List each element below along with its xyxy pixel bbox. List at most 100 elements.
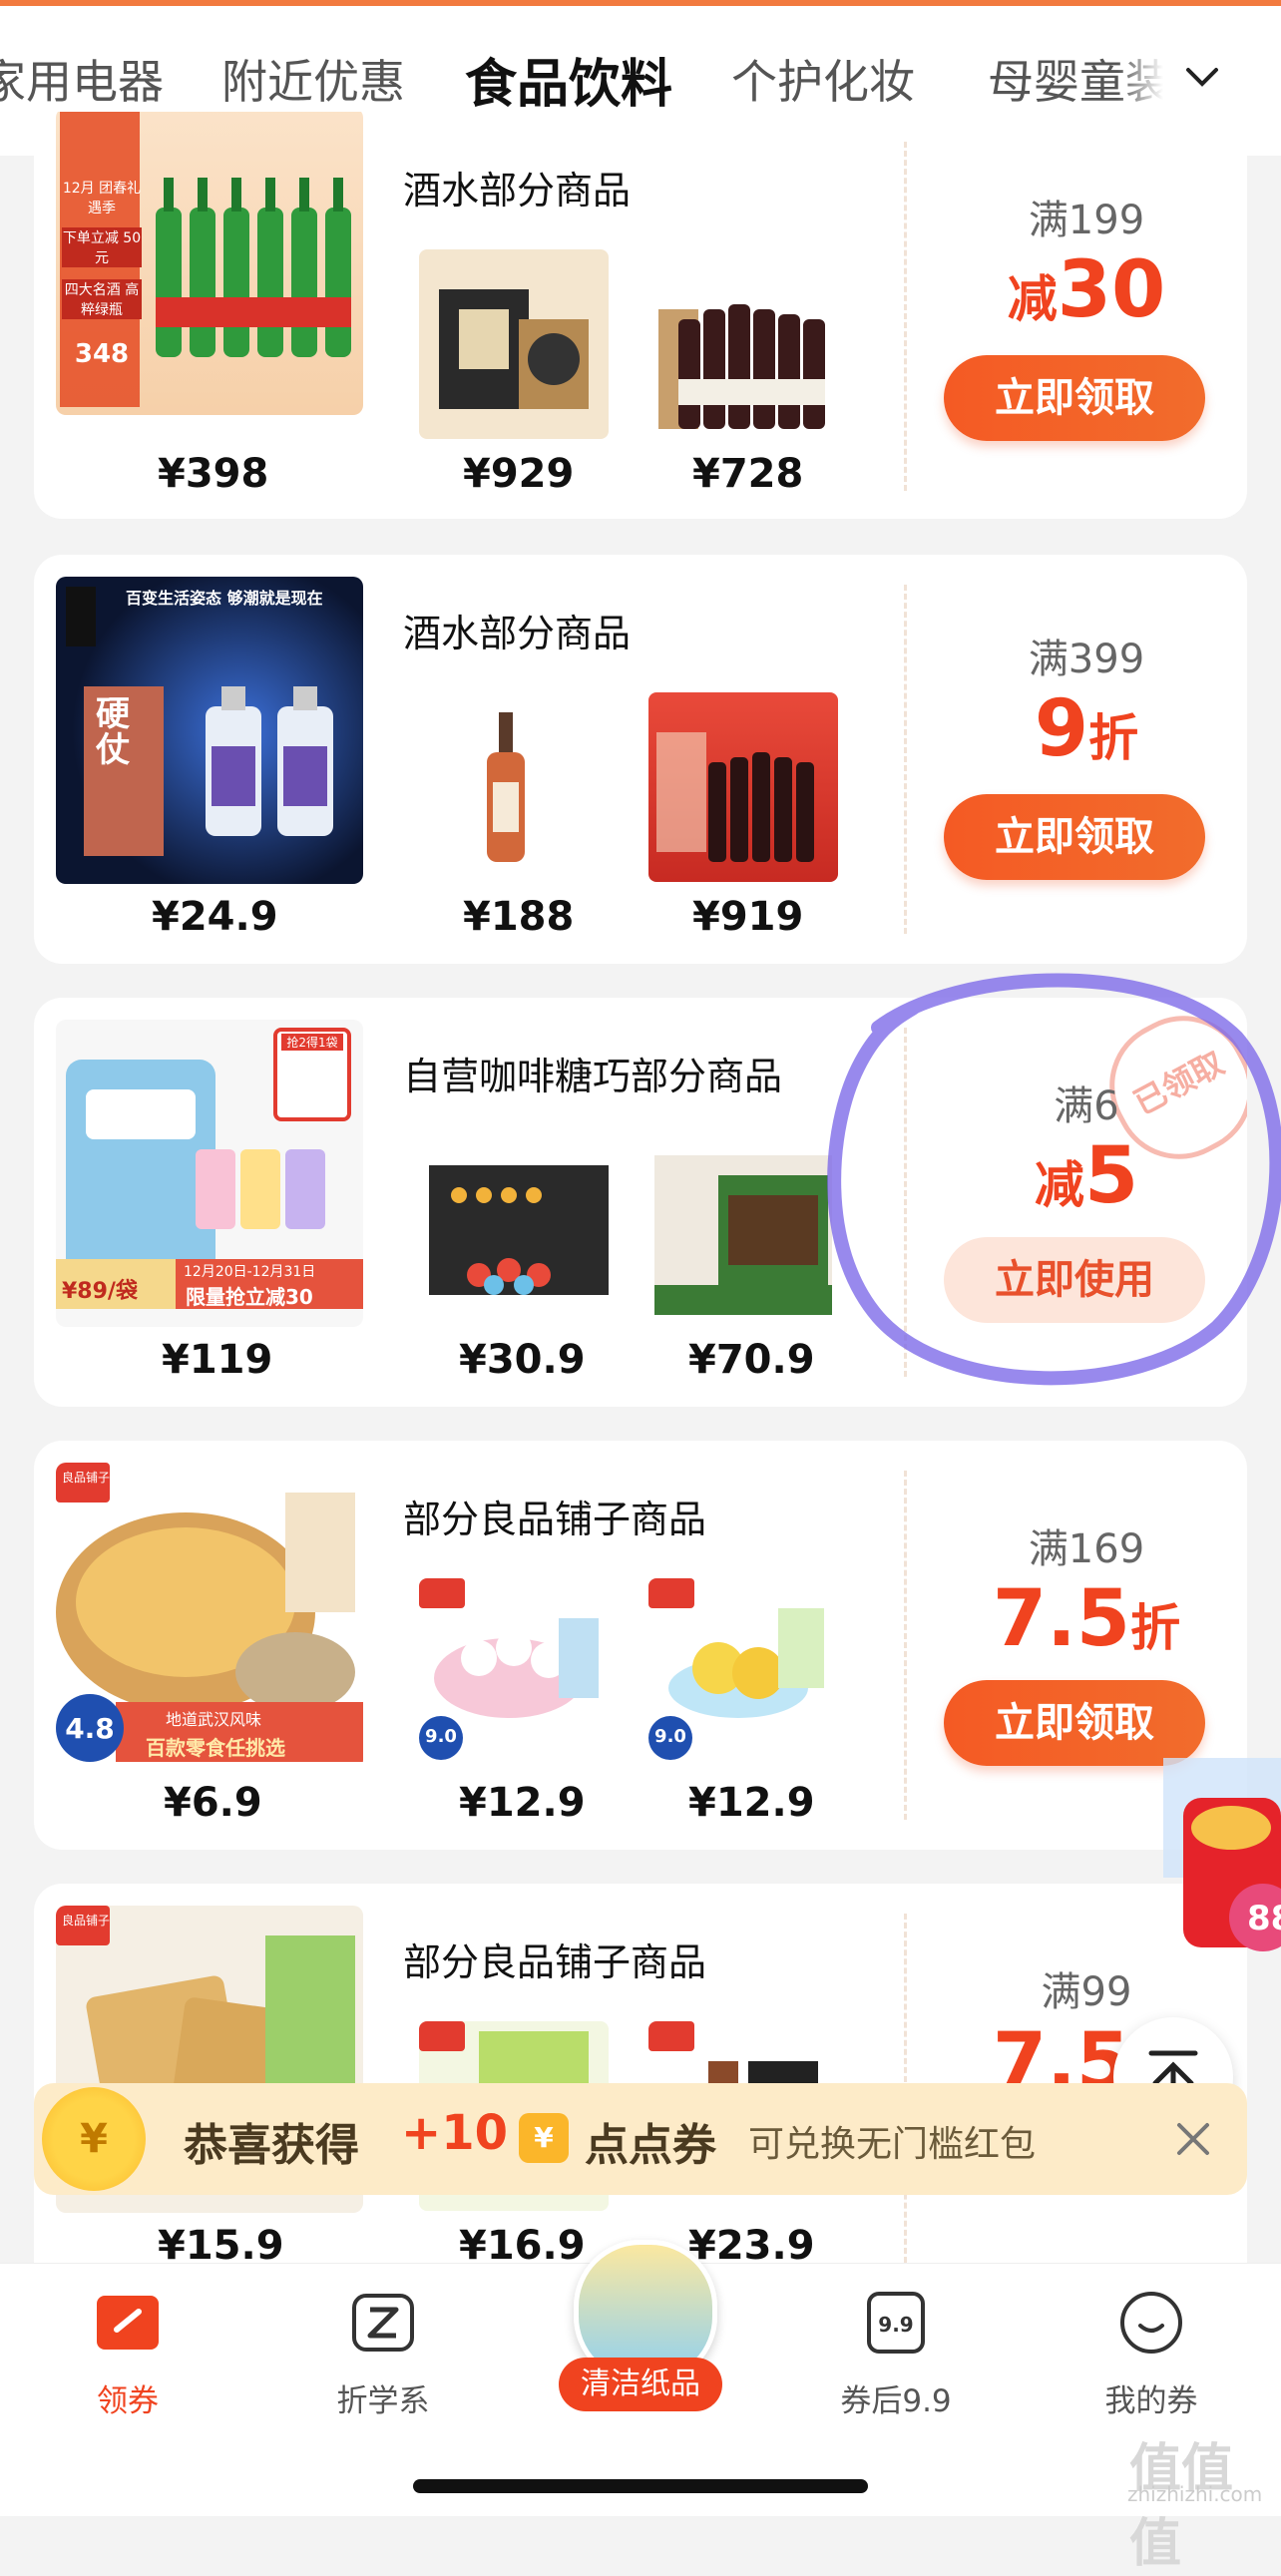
product-image[interactable]	[419, 249, 609, 439]
coupon-icon	[97, 2296, 159, 2350]
float-badge-text: 88	[1247, 1899, 1281, 1938]
product-image[interactable]: 良品铺子 4.8 地道武汉风味 百款零食任挑选	[56, 1463, 363, 1770]
claim-coupon-button[interactable]: 立即领取	[944, 1680, 1205, 1766]
tab-personal-care[interactable]: 个护化妆	[731, 46, 915, 112]
product-price: ¥30.9	[459, 1337, 586, 1383]
toast-coupon-name: 点点券	[585, 2120, 716, 2171]
toast-description: 可兑换无门槛红包	[748, 2124, 1037, 2165]
product-price: ¥24.9	[152, 894, 278, 940]
reward-toast[interactable]: ¥ 恭喜获得 +10 ¥ 点点券 可兑换无门槛红包	[34, 2083, 1247, 2195]
nav-item-my-coupons[interactable]: 我的券	[1071, 2288, 1231, 2420]
product-price: ¥6.9	[164, 1780, 262, 1826]
product-price: ¥919	[692, 894, 804, 940]
product-price: ¥398	[158, 451, 269, 497]
claim-coupon-button[interactable]: 立即领取	[944, 355, 1205, 441]
dashed-divider	[904, 142, 907, 491]
discount-value: 30	[1057, 245, 1166, 335]
image-price: 348	[74, 339, 130, 369]
card-title: 部分良品铺子商品	[403, 1940, 707, 1984]
bottom-nav: 领券 折学系 清洁纸品 9.9 券后9.9 我的券	[0, 2240, 1281, 2516]
wine-bottles-image	[658, 304, 825, 429]
nine-nine-icon-text: 9.9	[878, 2313, 913, 2337]
brand-logo: 良品铺子	[61, 1914, 110, 1928]
image-slogan: 地道武汉风味	[166, 1710, 262, 1729]
coupon-card[interactable]: 12月 团春礼遇季 下单立减 50元 四大名酒 高粹绿瓶 348 酒水部分商品 …	[34, 112, 1247, 519]
discount-value: 9	[1034, 684, 1089, 774]
coupon-threshold: 满169	[1028, 1526, 1145, 1572]
product-price: ¥12.9	[688, 1780, 815, 1826]
coupon-coin-icon: ¥	[519, 2113, 569, 2163]
red-envelope-float-icon[interactable]: 88	[1163, 1758, 1281, 1987]
liquor-gift-box-image	[439, 289, 589, 409]
card-title: 酒水部分商品	[403, 169, 632, 213]
nav-label: 清洁纸品	[559, 2358, 722, 2411]
home-indicator	[413, 2479, 868, 2493]
chevron-down-icon[interactable]	[1182, 58, 1222, 98]
image-tag: 下单立减 50元	[62, 227, 142, 267]
lollipop-box-image	[429, 1165, 609, 1295]
image-tag: 四大名酒 高粹绿瓶	[62, 279, 142, 319]
smile-icon	[1120, 2292, 1182, 2354]
nine-nine-icon: 9.9	[867, 2292, 925, 2354]
product-image[interactable]	[648, 692, 838, 882]
image-date: 12月20日-12月31日	[184, 1264, 316, 1280]
product-price: ¥728	[692, 451, 804, 497]
claim-coupon-button[interactable]: 立即领取	[944, 794, 1205, 880]
tab-food-drink[interactable]: 食品饮料	[465, 42, 672, 117]
discount-prefix: 减	[1007, 270, 1058, 328]
product-image[interactable]: 12月 团春礼遇季 下单立减 50元 四大名酒 高粹绿瓶 348	[56, 112, 363, 415]
product-image[interactable]: 9.0	[419, 1578, 609, 1768]
product-price: ¥119	[162, 1337, 273, 1383]
close-icon[interactable]	[1167, 2113, 1219, 2165]
image-headline: 百变生活姿态 够潮就是现在	[126, 589, 323, 608]
product-image[interactable]	[648, 1135, 838, 1325]
brand-logo: 良品铺子	[61, 1471, 110, 1485]
coupon-threshold: 满199	[1028, 198, 1145, 243]
nav-item-zhexuexi[interactable]: 折学系	[303, 2288, 463, 2420]
coupon-card[interactable]: 百变生活姿态 够潮就是现在 硬仗 酒水部分商品 ¥24.9 ¥188 ¥919 …	[34, 555, 1247, 964]
product-image[interactable]: 百变生活姿态 够潮就是现在 硬仗	[56, 577, 363, 884]
product-image[interactable]: 9.0	[648, 1578, 838, 1768]
nav-label: 我的券	[1104, 2383, 1198, 2419]
coupon-discount: 减30	[942, 245, 1231, 335]
tab-nearby[interactable]: 附近优惠	[221, 46, 405, 112]
product-image[interactable]	[648, 249, 838, 439]
image-promo: 百款零食任挑选	[146, 1736, 285, 1760]
highlight-annotation	[827, 973, 1281, 1386]
nav-label: 领券	[97, 2383, 159, 2419]
z-icon	[352, 2294, 414, 2352]
dashed-divider	[904, 585, 907, 934]
product-price: ¥929	[463, 451, 575, 497]
product-price: ¥188	[463, 894, 575, 940]
card-title: 部分良品铺子商品	[403, 1498, 707, 1541]
product-image[interactable]: 抢2得1袋 12月20日-12月31日 限量抢立减30 ¥89/袋	[56, 1020, 363, 1327]
product-image[interactable]	[419, 692, 609, 882]
nav-item-coupons[interactable]: 领券	[48, 2288, 208, 2420]
discount-suffix: 折	[1088, 709, 1139, 767]
coupon-threshold: 满399	[1028, 637, 1145, 682]
product-price: ¥70.9	[688, 1337, 815, 1383]
image-price: ¥89/袋	[62, 1279, 138, 1304]
toast-congrats: 恭喜获得	[184, 2120, 359, 2171]
image-price: 4.8	[65, 1712, 115, 1745]
discount-value: 7.5	[992, 1574, 1131, 1664]
image-price: 9.0	[654, 1726, 686, 1747]
liquor-bottle-image	[487, 712, 525, 862]
toast-amount: +10	[401, 2105, 509, 2161]
image-tag: 抢2得1袋	[281, 1034, 343, 1051]
card-title: 酒水部分商品	[403, 612, 632, 655]
coin-icon: ¥	[42, 2087, 146, 2191]
image-promo: 限量抢立减30	[186, 1285, 313, 1309]
nav-item-nine-nine[interactable]: 9.9 券后9.9	[816, 2288, 976, 2420]
product-image[interactable]	[419, 1135, 609, 1325]
coupon-card[interactable]: 良品铺子 4.8 地道武汉风味 百款零食任挑选 部分良品铺子商品 9.0 9.0…	[34, 1441, 1247, 1850]
nav-item-tissue[interactable]: 清洁纸品	[554, 2240, 727, 2429]
watermark-site: zhizhizhi.com	[1127, 2482, 1263, 2506]
coupon-discount: 9折	[942, 684, 1231, 774]
tab-appliances[interactable]: 家用电器	[0, 46, 164, 112]
coupon-discount: 7.5折	[942, 1574, 1231, 1664]
dashed-divider	[904, 1471, 907, 1820]
nav-label: 折学系	[336, 2383, 430, 2419]
image-badge: 12月 团春礼遇季	[62, 181, 142, 216]
nav-label: 券后9.9	[840, 2383, 952, 2419]
